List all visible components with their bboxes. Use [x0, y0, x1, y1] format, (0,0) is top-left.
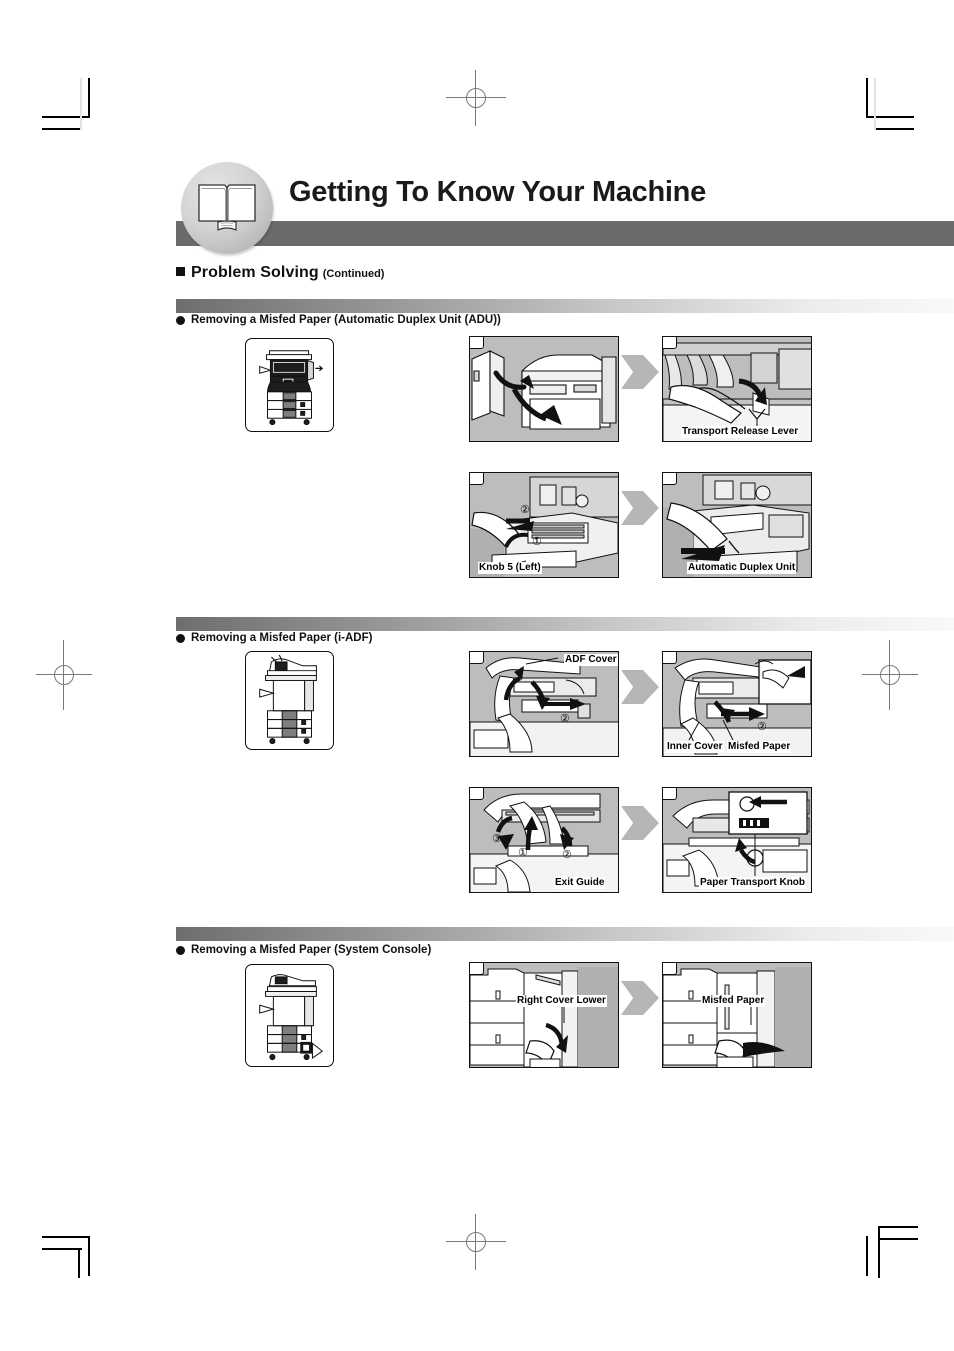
caption-adf-cover: ADF Cover	[564, 654, 618, 666]
caption-misfed-paper: Misfed Paper	[701, 995, 766, 1007]
illustration-iadf-adf-cover: ②	[470, 652, 618, 756]
crop-mark-top-left-v	[88, 78, 90, 118]
crop-mark-top-left-v2	[80, 78, 82, 130]
svg-text:③: ③	[492, 833, 502, 845]
subsection-heading-system-console: Removing a Misfed Paper (System Console)	[176, 944, 431, 956]
panel-corner-badge	[663, 652, 677, 664]
panel-iadf-step-2: ② Inner Cover Misfed Paper	[662, 651, 812, 757]
crop-mark-bottom-left-v	[88, 1236, 90, 1276]
panel-corner-badge	[470, 652, 484, 664]
illustration-adu-open-right-cover	[470, 337, 618, 441]
machine-diagram-system-console	[259, 974, 324, 1061]
flow-arrow-adu-2	[621, 491, 659, 525]
crop-mark-top-right-h2	[874, 128, 914, 130]
panel-adu-step-2: Transport Release Lever	[662, 336, 812, 442]
subsection-bar-adu	[176, 299, 954, 313]
panel-corner-badge	[663, 963, 677, 975]
flow-arrow-iadf-2	[621, 806, 659, 840]
crop-mark-top-left-h2	[42, 128, 82, 130]
open-book-glyph	[198, 184, 256, 231]
panel-corner-badge	[470, 963, 484, 975]
panel-corner-badge	[663, 473, 677, 485]
dot-bullet-icon	[176, 315, 185, 325]
caption-right-cover: Right Cover Lower	[516, 995, 607, 1007]
panel-corner-badge	[470, 788, 484, 800]
subsection-bar-system-console	[176, 927, 954, 941]
flow-arrow-adu-1	[621, 355, 659, 389]
svg-text:②: ②	[757, 721, 767, 733]
crop-mark-bottom-left-h2	[42, 1248, 82, 1250]
crop-mark-top-left-h	[42, 116, 90, 118]
caption-knob-5-left: Knob 5 (Left)	[478, 562, 542, 574]
dot-bullet-icon	[176, 633, 185, 643]
square-bullet-icon	[176, 267, 185, 276]
registration-mark-top	[446, 70, 506, 126]
machine-diagram-adu	[259, 350, 324, 426]
svg-text:②: ②	[520, 504, 530, 516]
panel-syscon-step-2: Misfed Paper	[662, 962, 812, 1068]
section-heading: Problem Solving (Continued)	[176, 264, 384, 282]
dot-bullet-icon	[176, 945, 185, 955]
illustration-system-console-right-cover-lower	[470, 963, 618, 1067]
crop-mark-bottom-right-v2	[878, 1226, 880, 1278]
svg-text:②: ②	[560, 713, 570, 725]
panel-corner-badge	[470, 473, 484, 485]
open-book-icon	[181, 162, 273, 254]
panel-adu-step-1	[469, 336, 619, 442]
illustration-system-console-misfed-paper	[663, 963, 811, 1067]
svg-text:①: ①	[518, 847, 528, 859]
caption-automatic-duplex-unit: Automatic Duplex Unit	[687, 562, 797, 574]
caption-paper-transport-knob: Paper Transport Knob	[699, 877, 807, 889]
registration-mark-right	[862, 640, 918, 710]
machine-thumbnail-system-console	[245, 964, 334, 1067]
subsection-heading-adu: Removing a Misfed Paper (Automatic Duple…	[176, 314, 501, 326]
title-banner-bar	[176, 221, 954, 246]
machine-thumbnail-adu	[245, 338, 334, 432]
machine-thumbnail-iadf	[245, 651, 334, 750]
subsection-title-iadf: Removing a Misfed Paper (i-ADF)	[191, 632, 373, 644]
panel-iadf-step-1: ② ADF Cover	[469, 651, 619, 757]
section-continued-label: (Continued)	[322, 268, 385, 280]
caption-transport-release-lever: Transport Release Lever	[681, 426, 800, 438]
machine-diagram-iadf	[259, 654, 317, 745]
caption-exit-guide: Exit Guide	[554, 877, 606, 889]
caption-inner-cover: Inner Cover	[666, 741, 724, 753]
crop-mark-top-right-v2	[874, 78, 876, 130]
crop-mark-bottom-right-h	[878, 1226, 918, 1228]
svg-text:②: ②	[562, 849, 572, 861]
crop-mark-bottom-right-v	[866, 1236, 868, 1276]
panel-iadf-step-3: ③ ① ② Exit Guide	[469, 787, 619, 893]
crop-mark-bottom-right-h2	[878, 1238, 918, 1240]
flow-arrow-syscon-1	[621, 981, 659, 1015]
subsection-heading-iadf: Removing a Misfed Paper (i-ADF)	[176, 632, 372, 644]
subsection-bar-iadf	[176, 617, 954, 631]
panel-iadf-step-4: Paper Transport Knob	[662, 787, 812, 893]
panel-syscon-step-1: Right Cover Lower	[469, 962, 619, 1068]
page-title: Getting To Know Your Machine	[289, 176, 706, 208]
panel-corner-badge	[663, 788, 677, 800]
flow-arrow-iadf-1	[621, 670, 659, 704]
document-page: Getting To Know Your Machine Problem Sol…	[0, 0, 954, 1351]
panel-corner-badge	[470, 337, 484, 349]
registration-mark-left	[36, 640, 92, 710]
registration-mark-bottom	[446, 1214, 506, 1270]
subsection-title-system-console: Removing a Misfed Paper (System Console)	[191, 944, 432, 956]
crop-mark-top-right-v	[866, 78, 868, 118]
caption-misfed-paper: Misfed Paper	[727, 741, 792, 753]
crop-mark-bottom-left-h	[42, 1236, 90, 1238]
panel-adu-step-4: Automatic Duplex Unit	[662, 472, 812, 578]
section-title: Problem Solving	[191, 264, 319, 281]
panel-adu-step-3: ② ① Knob 5 (Left)	[469, 472, 619, 578]
panel-corner-badge	[663, 337, 677, 349]
crop-mark-bottom-left-v2	[78, 1248, 80, 1278]
subsection-title-adu: Removing a Misfed Paper (Automatic Duple…	[191, 314, 501, 326]
svg-text:①: ①	[532, 536, 542, 548]
